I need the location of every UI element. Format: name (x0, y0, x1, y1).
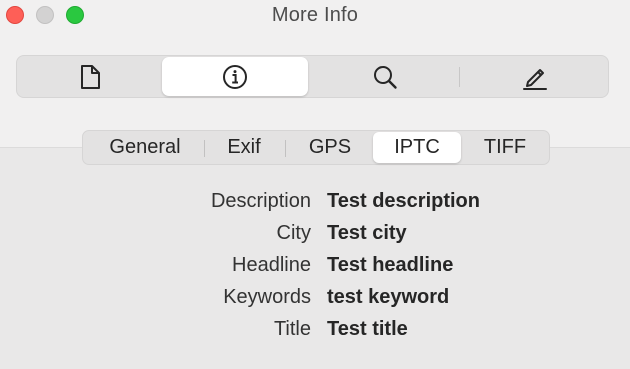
tab-divider (285, 140, 286, 157)
search-icon (372, 64, 398, 90)
info-circle-icon (222, 64, 248, 90)
window-title: More Info (271, 4, 359, 26)
info-row-headline: Headline Test headline (0, 251, 630, 283)
headline-label: Headline (232, 254, 311, 276)
markup-pencil-icon (521, 63, 549, 91)
info-row-description: Description Test description (0, 187, 630, 219)
document-icon (78, 64, 102, 90)
description-value: Test description (327, 190, 480, 212)
tab-gps[interactable]: GPS (291, 132, 369, 163)
info-row-city: City Test city (0, 219, 630, 251)
metadata-tabs: General Exif GPS IPTC TIFF (82, 130, 550, 165)
title-value: Test title (327, 318, 408, 340)
tab-exif[interactable]: Exif (210, 132, 278, 163)
tab-divider (204, 140, 205, 157)
more-info-tool-button[interactable] (162, 57, 308, 96)
keywords-label: Keywords (223, 286, 311, 308)
tab-general[interactable]: General (93, 132, 197, 163)
markup-tool-button[interactable] (462, 57, 608, 96)
info-row-title: Title Test title (0, 315, 630, 347)
iptc-info-list: Description Test description City Test c… (0, 187, 630, 347)
info-row-keywords: Keywords test keyword (0, 283, 630, 315)
keywords-value: test keyword (327, 286, 450, 308)
headline-value: Test headline (327, 254, 454, 276)
general-info-tool-button[interactable] (17, 57, 163, 96)
tab-tiff[interactable]: TIFF (465, 132, 545, 163)
description-label: Description (210, 190, 311, 212)
city-value: Test city (327, 222, 407, 244)
tab-iptc[interactable]: IPTC (373, 132, 461, 163)
toolbar-divider (459, 67, 460, 87)
inspector-toolbar (16, 55, 609, 98)
title-label: Title (273, 318, 311, 340)
city-label: City (276, 222, 311, 244)
title-bar: More Info (0, 0, 630, 148)
more-info-window: More Info General Exif GPS IPTC TIFF Des… (0, 0, 630, 369)
search-tool-button[interactable] (312, 57, 458, 96)
